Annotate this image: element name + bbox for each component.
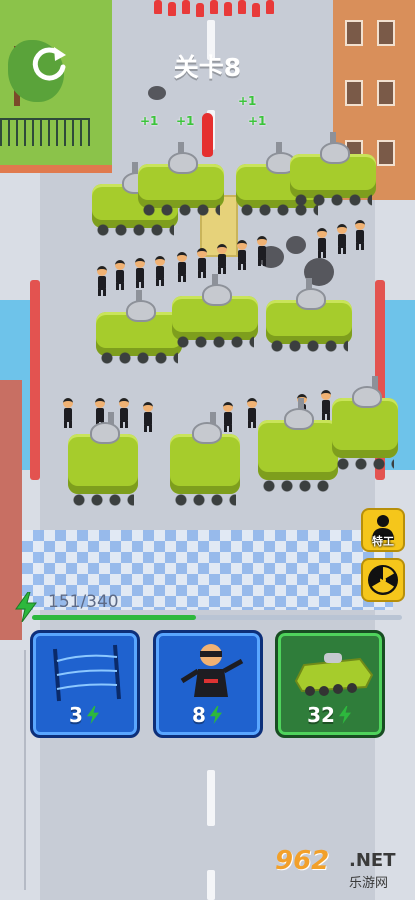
energy-track (32, 615, 402, 620)
enemy-soldier (252, 3, 260, 17)
player-soldier (134, 258, 146, 288)
lightning-icon (338, 706, 351, 724)
road-marking (207, 870, 215, 900)
enemy-soldier (168, 2, 176, 16)
player-soldier (176, 252, 188, 282)
energy-plus-popup: +1 (238, 94, 257, 108)
player-soldier (256, 236, 268, 266)
special-agent-button[interactable]: 特工 (361, 508, 405, 552)
enemy-soldier (266, 0, 274, 14)
park-fence (0, 118, 90, 146)
player-tank (290, 132, 376, 206)
player-soldier (142, 402, 154, 432)
player-soldier (354, 220, 366, 250)
tank-icon (294, 653, 374, 696)
building-left-lower (0, 650, 26, 890)
lightning-icon (86, 706, 99, 724)
player-soldier (246, 398, 258, 428)
card-barbed-wire[interactable]: 3 (30, 630, 140, 738)
watermark-domain: .NET (349, 850, 396, 871)
player-tank (138, 142, 224, 216)
bridge-rail-left (30, 280, 40, 480)
player-soldier (154, 256, 166, 286)
player-soldier (96, 266, 108, 296)
level-title: 关卡8 (173, 53, 242, 82)
player-soldier (114, 260, 126, 290)
watermark-text: 乐游网 (349, 876, 389, 891)
player-tank (170, 412, 240, 506)
player-tank (266, 278, 352, 352)
ninja-icon (180, 644, 244, 697)
enemy-soldier (224, 2, 232, 16)
player-tank (332, 376, 398, 470)
energy-count: 151/340 (48, 592, 119, 612)
player-tank (172, 274, 258, 348)
player-soldier (216, 244, 228, 274)
smoke-puff (286, 236, 306, 254)
site-watermark: 962 .NET 乐游网 (271, 846, 409, 892)
watermark-number: 962 (275, 846, 330, 876)
player-tank (96, 290, 182, 364)
enemy-soldier (154, 0, 162, 14)
card-cost: 8 (156, 703, 260, 727)
energy-plus-popup: +1 (140, 114, 159, 128)
card-ninja-agent[interactable]: 8 (153, 630, 263, 738)
barbed-wire-icon (53, 644, 121, 702)
player-soldier (316, 228, 328, 258)
player-soldier (196, 248, 208, 278)
park (0, 0, 112, 173)
energy-plus-popup: +1 (248, 114, 267, 128)
special-agent-label: 特工 (372, 535, 394, 548)
road-marking (207, 770, 215, 826)
smoke-puff (148, 86, 166, 100)
enemy-soldier (182, 0, 190, 14)
player-tank (68, 412, 138, 506)
lightning-icon (209, 706, 222, 724)
enemy-soldier (196, 3, 204, 17)
player-tank (258, 398, 338, 492)
player-soldier (336, 224, 348, 254)
enemy-soldier (238, 0, 246, 14)
card-armored-tank[interactable]: 32 (275, 630, 385, 738)
game-scene: +1 +1 +1 +1 (0, 0, 415, 900)
card-cost: 32 (278, 703, 382, 727)
enemy-soldier (210, 0, 218, 14)
card-cost: 3 (33, 703, 137, 727)
energy-fill (32, 615, 197, 620)
player-soldier (236, 240, 248, 270)
energy-bar: 151/340 (10, 590, 405, 630)
energy-plus-popup: +1 (176, 114, 195, 128)
